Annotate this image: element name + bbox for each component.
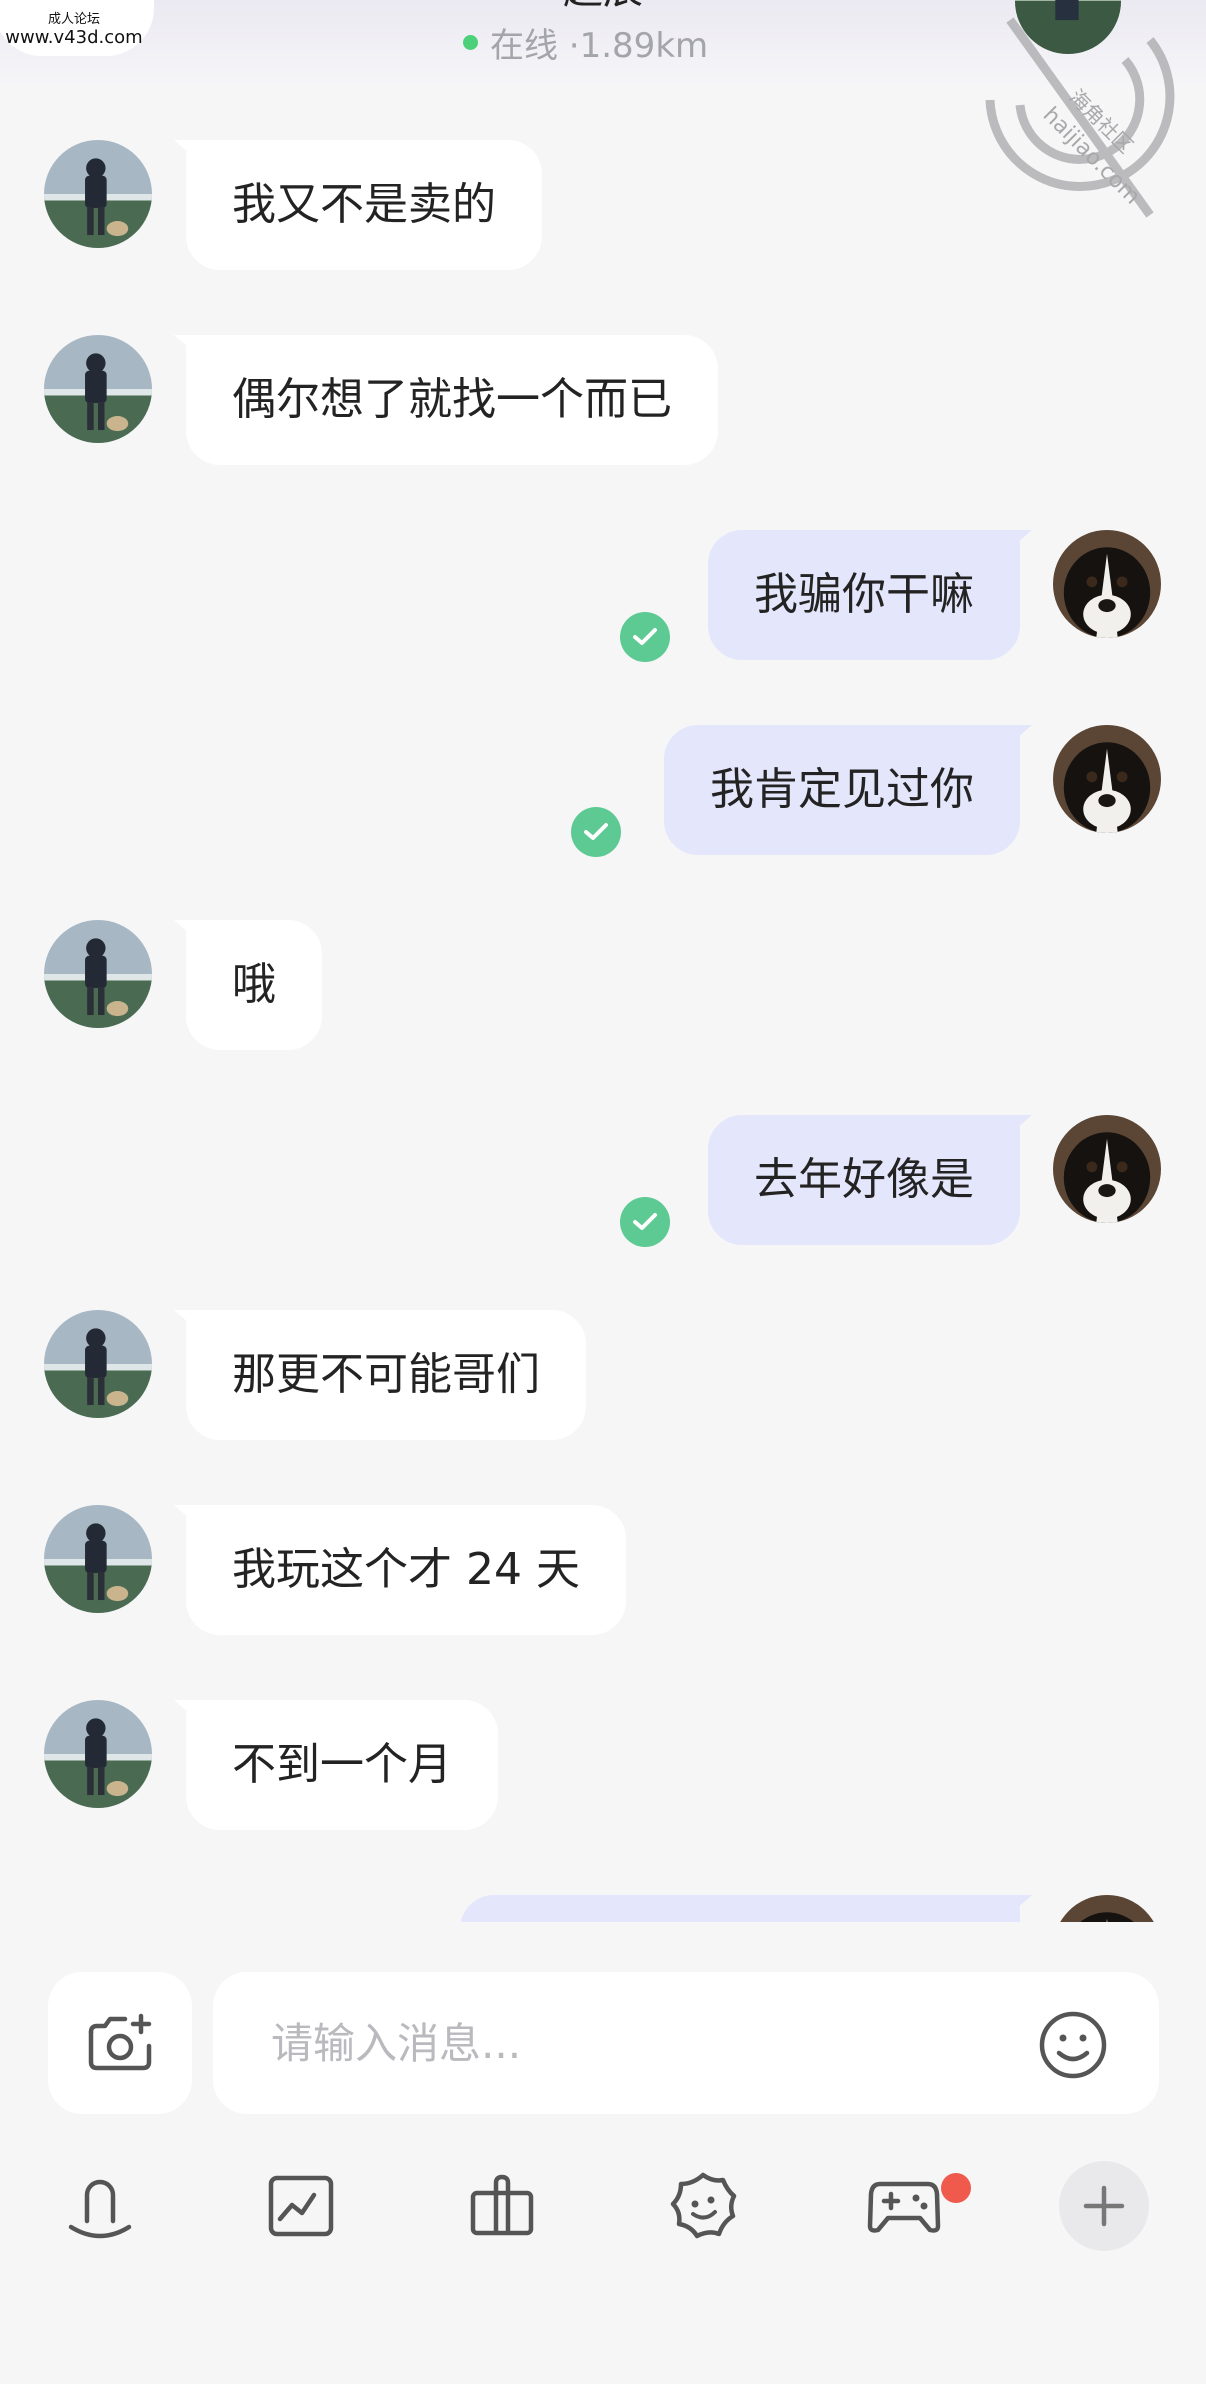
plus-icon <box>1083 2185 1125 2227</box>
contact-avatar[interactable] <box>44 1505 152 1613</box>
site-badge-cn: 成人论坛 <box>47 12 100 27</box>
action-toolbar <box>0 2132 1206 2282</box>
sticker-button[interactable] <box>653 2156 753 2256</box>
message-row-incoming: 哦 <box>0 920 1206 1056</box>
message-input[interactable] <box>213 1972 1159 2114</box>
message-row-incoming: 偶尔想了就找一个而已 <box>0 335 1206 471</box>
chat-header: 超辰 在线 ·1.89km 成人论坛 www.v43d.com 海角社区 hai… <box>0 0 1206 218</box>
contact-avatar[interactable] <box>44 1700 152 1808</box>
voice-icon <box>68 2179 132 2239</box>
message-bubble[interactable]: 偶尔想了就找一个而已 <box>186 335 718 465</box>
game-button[interactable] <box>854 2156 954 2256</box>
camera-button[interactable] <box>48 1972 192 2114</box>
message-row-outgoing: 我肯定见过你 <box>0 725 1206 861</box>
message-row-incoming: 我又不是卖的 <box>0 140 1206 276</box>
message-row-incoming: 不到一个月 <box>0 1700 1206 1836</box>
message-bubble[interactable]: 哦 <box>186 920 322 1050</box>
message-row-incoming: 我玩这个才 24 天 <box>0 1505 1206 1641</box>
sticker-icon <box>670 2172 737 2239</box>
contact-avatar[interactable] <box>44 1310 152 1418</box>
read-check-icon <box>620 612 670 662</box>
contact-avatar[interactable] <box>44 140 152 248</box>
more-button[interactable] <box>1059 2161 1149 2251</box>
message-bubble[interactable]: 我玩这个才 24 天 <box>186 1505 626 1635</box>
my-avatar[interactable] <box>1053 1895 1161 1922</box>
message-row-outgoing <box>0 1895 1206 1922</box>
contact-status: 在线 ·1.89km <box>463 22 708 66</box>
message-bubble[interactable] <box>460 1895 1020 1922</box>
status-text: 在线 ·1.89km <box>490 25 709 66</box>
game-notification-badge <box>941 2173 971 2203</box>
read-check-icon <box>620 1197 670 1247</box>
message-bubble[interactable]: 去年好像是 <box>708 1115 1020 1245</box>
message-row-incoming: 那更不可能哥们 <box>0 1310 1206 1446</box>
camera-icon <box>88 2013 152 2071</box>
gift-button[interactable] <box>452 2156 552 2256</box>
message-list[interactable]: 我又不是卖的 偶尔想了就找一个而已 我骗你干嘛 我肯定见过你 哦 去年好像是 那… <box>0 90 1206 1922</box>
message-row-outgoing: 我骗你干嘛 <box>0 530 1206 666</box>
message-bubble[interactable]: 我骗你干嘛 <box>708 530 1020 660</box>
voice-button[interactable] <box>50 2156 150 2256</box>
emoji-button[interactable] <box>1036 2008 1110 2082</box>
message-bubble[interactable]: 我又不是卖的 <box>186 140 542 270</box>
header-avatar[interactable] <box>1015 0 1121 54</box>
message-bubble[interactable]: 不到一个月 <box>186 1700 498 1830</box>
emoji-icon <box>1039 2011 1107 2079</box>
contact-avatar[interactable] <box>44 920 152 1028</box>
image-button[interactable] <box>251 2156 351 2256</box>
my-avatar[interactable] <box>1053 530 1161 638</box>
message-row-outgoing: 去年好像是 <box>0 1115 1206 1251</box>
message-bubble[interactable]: 我肯定见过你 <box>664 725 1020 855</box>
site-badge-url: www.v43d.com <box>5 27 143 48</box>
site-watermark-badge: 成人论坛 www.v43d.com <box>0 0 154 56</box>
online-indicator <box>463 34 478 50</box>
contact-avatar[interactable] <box>44 335 152 443</box>
my-avatar[interactable] <box>1053 1115 1161 1223</box>
my-avatar[interactable] <box>1053 725 1161 833</box>
gift-icon <box>470 2174 534 2236</box>
image-icon <box>268 2175 334 2237</box>
read-check-icon <box>571 807 621 857</box>
message-bubble[interactable]: 那更不可能哥们 <box>186 1310 586 1440</box>
composer <box>0 1922 1206 2132</box>
game-icon <box>867 2181 941 2233</box>
